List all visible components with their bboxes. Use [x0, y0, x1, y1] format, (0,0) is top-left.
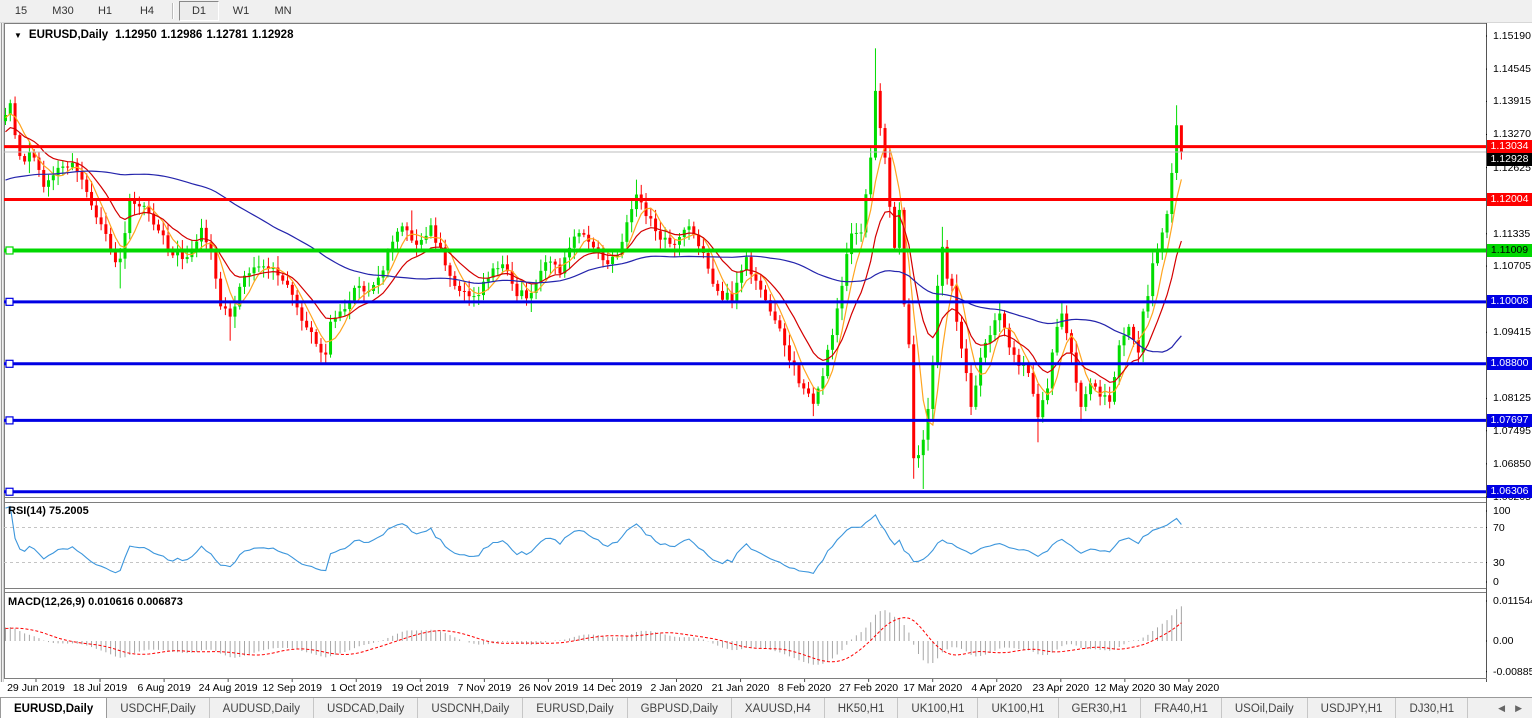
chart-tab-uk100-h1[interactable]: UK100,H1	[898, 698, 978, 718]
timeframe-button-w1[interactable]: W1	[221, 1, 261, 21]
rsi-axis-label: 0	[1493, 576, 1499, 588]
price-axis: 1.151901.145451.139151.132701.126251.113…	[1487, 23, 1532, 697]
chart-tab-gbpusd-daily[interactable]: GBPUSD,Daily	[628, 698, 732, 718]
chart-tab-uk100-h1[interactable]: UK100,H1	[978, 698, 1058, 718]
ohlc-open: 1.12950	[115, 29, 157, 41]
chart-tab-usdchf-daily[interactable]: USDCHF,Daily	[107, 698, 209, 718]
ohlc-high: 1.12986	[161, 29, 203, 41]
ohlc-low: 1.12781	[206, 29, 248, 41]
date-axis-label: 4 Apr 2020	[971, 682, 1022, 694]
chart-tab-dj30-h1[interactable]: DJ30,H1	[1396, 698, 1468, 718]
date-axis-label: 27 Feb 2020	[839, 682, 898, 694]
date-axis-label: 23 Apr 2020	[1032, 682, 1089, 694]
price-axis-label: 1.09415	[1493, 326, 1531, 338]
timeframe-button-h1[interactable]: H1	[85, 1, 125, 21]
macd-axis-label: -0.008858	[1493, 666, 1532, 678]
date-axis-label: 12 Sep 2019	[262, 682, 322, 694]
price-level-badge: 1.12004	[1487, 193, 1532, 206]
price-axis-label: 1.13915	[1493, 95, 1531, 107]
chart-title: ▼ EURUSD,Daily 1.12950 1.12986 1.12781 1…	[14, 29, 293, 41]
chart-tab-eurusd-daily[interactable]: EURUSD,Daily	[523, 698, 627, 718]
symbol-dropdown-icon[interactable]: ▼	[14, 31, 22, 40]
price-axis-label: 1.06850	[1493, 458, 1531, 470]
rsi-axis-label: 70	[1493, 522, 1505, 534]
price-axis-label: 1.08125	[1493, 392, 1531, 404]
tab-scroll-left-icon[interactable]: ◀	[1498, 703, 1505, 714]
price-level-badge: 1.08800	[1487, 357, 1532, 370]
date-axis-label: 21 Jan 2020	[712, 682, 770, 694]
chart-tab-bar: EURUSD,DailyUSDCHF,DailyAUDUSD,DailyUSDC…	[0, 697, 1532, 718]
ohlc-close: 1.12928	[252, 29, 294, 41]
date-axis: 29 Jun 2019 18 Jul 2019 6 Aug 2019 24 Aug 2…	[0, 682, 1487, 697]
chart-tab-usdcnh-daily[interactable]: USDCNH,Daily	[418, 698, 523, 718]
date-axis-label: 6 Aug 2019	[138, 682, 191, 694]
rsi-label: RSI(14) 75.2005	[8, 505, 89, 517]
price-axis-label: 1.13270	[1493, 128, 1531, 140]
chart-tab-hk50-h1[interactable]: HK50,H1	[825, 698, 899, 718]
chart-tab-audusd-daily[interactable]: AUDUSD,Daily	[210, 698, 314, 718]
price-chart-canvas[interactable]	[0, 0, 1532, 718]
date-axis-label: 24 Aug 2019	[199, 682, 258, 694]
date-axis-label: 1 Oct 2019	[331, 682, 382, 694]
chart-tab-fra40-h1[interactable]: FRA40,H1	[1141, 698, 1222, 718]
timeframe-toolbar: 15M30H1H4 D1W1MN	[0, 0, 1532, 23]
price-level-badge: 1.06306	[1487, 485, 1532, 498]
rsi-axis-label: 30	[1493, 557, 1505, 569]
price-level-badge: 1.07697	[1487, 414, 1532, 427]
price-axis-label: 1.15190	[1493, 30, 1531, 42]
rsi-axis-label: 100	[1493, 505, 1511, 517]
date-axis-label: 26 Nov 2019	[519, 682, 579, 694]
price-axis-label: 1.10705	[1493, 260, 1531, 272]
timeframe-button-m30[interactable]: M30	[43, 1, 83, 21]
chart-symbol-label: EURUSD,Daily	[29, 29, 108, 41]
date-axis-label: 12 May 2020	[1094, 682, 1155, 694]
timeframe-button-d1[interactable]: D1	[179, 1, 219, 21]
date-axis-label: 8 Feb 2020	[778, 682, 831, 694]
price-axis-label: 1.14545	[1493, 63, 1531, 75]
price-level-badge: 1.13034	[1487, 140, 1532, 153]
price-level-badge: 1.11009	[1487, 244, 1532, 257]
date-axis-label: 17 Mar 2020	[903, 682, 962, 694]
date-axis-label: 7 Nov 2019	[457, 682, 511, 694]
chart-tab-xauusd-h4[interactable]: XAUUSD,H4	[732, 698, 825, 718]
chart-tab-ger30-h1[interactable]: GER30,H1	[1059, 698, 1142, 718]
toolbar-separator	[172, 3, 174, 19]
chart-tab-usoil-daily[interactable]: USOil,Daily	[1222, 698, 1308, 718]
macd-label: MACD(12,26,9) 0.010616 0.006873	[8, 596, 183, 608]
date-axis-label: 29 Jun 2019	[7, 682, 65, 694]
chart-tab-usdjpy-h1[interactable]: USDJPY,H1	[1308, 698, 1397, 718]
price-level-badge: 1.12928	[1487, 153, 1532, 166]
price-level-badge: 1.10008	[1487, 295, 1532, 308]
tab-scroll-right-icon[interactable]: ▶	[1515, 703, 1522, 714]
macd-axis-label: 0.00	[1493, 635, 1513, 647]
macd-axis-label: 0.011544	[1493, 595, 1532, 607]
mt4-window: { "window":{"title_symbol":"EURUSD,Daily…	[0, 0, 1532, 718]
date-axis-label: 14 Dec 2019	[583, 682, 643, 694]
chart-tab-usdcad-daily[interactable]: USDCAD,Daily	[314, 698, 418, 718]
timeframe-button-h4[interactable]: H4	[127, 1, 167, 21]
chart-tab-eurusd-daily[interactable]: EURUSD,Daily	[0, 698, 107, 718]
date-axis-label: 30 May 2020	[1159, 682, 1220, 694]
price-axis-label: 1.11335	[1493, 228, 1530, 240]
date-axis-label: 18 Jul 2019	[73, 682, 127, 694]
date-axis-label: 19 Oct 2019	[392, 682, 449, 694]
date-axis-label: 2 Jan 2020	[651, 682, 703, 694]
timeframe-button-15[interactable]: 15	[1, 1, 41, 21]
timeframe-button-mn[interactable]: MN	[263, 1, 303, 21]
